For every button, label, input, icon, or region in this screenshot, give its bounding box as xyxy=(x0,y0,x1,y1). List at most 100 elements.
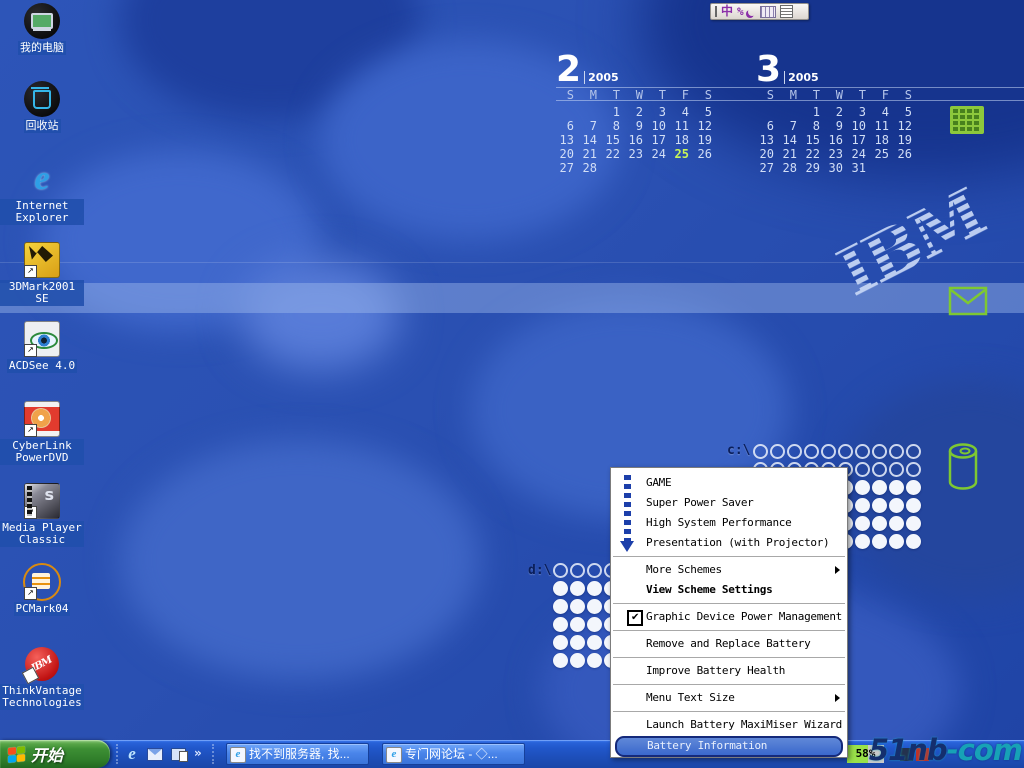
free-block-dot xyxy=(838,444,853,459)
used-block-dot xyxy=(855,498,870,513)
powerdvd-icon[interactable]: ↗ xyxy=(23,400,61,438)
quicklaunch-overflow-chevron[interactable]: » xyxy=(194,746,202,760)
free-block-dot xyxy=(787,444,802,459)
thinkvantage-icon[interactable]: IBM↗ xyxy=(23,645,61,683)
menu-item-battery-information[interactable]: Battery Information xyxy=(615,736,843,757)
submenu-arrow-icon xyxy=(835,694,840,702)
taskbar-separator xyxy=(116,744,118,764)
menu-item-launch-battery-maximiser-wizard[interactable]: Launch Battery MaxiMiser Wizard xyxy=(611,715,847,735)
menu-item-high-system-performance[interactable]: High System Performance xyxy=(611,513,847,533)
ime-menu-icon[interactable] xyxy=(780,5,793,18)
weekday-label: S xyxy=(756,89,779,102)
menu-item-view-scheme-settings[interactable]: View Scheme Settings xyxy=(611,580,847,600)
ime-mode-button[interactable]: 中 xyxy=(721,4,733,19)
used-block-dot xyxy=(855,516,870,531)
menu-item-graphic-device-power-management[interactable]: ✔Graphic Device Power Management xyxy=(611,607,847,627)
menu-item-super-power-saver[interactable]: Super Power Saver xyxy=(611,493,847,513)
recycle-bin-icon[interactable] xyxy=(23,80,61,118)
task-button-forum[interactable]: e 专门网论坛 - ◇... xyxy=(382,743,525,765)
ime-width-toggle-icon[interactable]: % xyxy=(737,5,744,18)
month-number: 2 xyxy=(556,54,581,86)
calendar-day-empty xyxy=(648,161,671,175)
ime-punctuation-icon[interactable] xyxy=(748,8,756,16)
used-block-dot xyxy=(570,653,585,668)
start-button[interactable]: 开始 xyxy=(0,740,110,768)
3dmark2001-icon[interactable]: ↗ xyxy=(23,241,61,279)
used-block-dot xyxy=(570,599,585,614)
menu-item-label: Launch Battery MaxiMiser Wizard xyxy=(646,718,842,731)
used-block-dot xyxy=(553,599,568,614)
desktop-icon-media-player-classic[interactable]: ↗ Media Player Classic xyxy=(0,482,84,547)
calendar-day: 1 xyxy=(802,105,825,119)
quicklaunch-internet-explorer-icon[interactable]: e xyxy=(122,744,142,764)
desktop-icon-thinkvantage[interactable]: IBM↗ ThinkVantage Technologies xyxy=(0,645,84,710)
calendar-day-empty xyxy=(779,105,802,119)
used-block-dot xyxy=(587,635,602,650)
ime-keyboard-icon[interactable] xyxy=(760,6,776,18)
desktop-icon-pcmark04[interactable]: ↗ PCMark04 xyxy=(0,563,84,616)
my-computer-icon[interactable] xyxy=(23,2,61,40)
menu-item-more-schemes[interactable]: More Schemes xyxy=(611,560,847,580)
icon-label: PCMark04 xyxy=(14,602,71,616)
calendar-day: 5 xyxy=(894,105,917,119)
calendar-day: 13 xyxy=(756,133,779,147)
desktop: 我的电脑 回收站 e Internet Explorer ↗ 3DMark200… xyxy=(0,0,1024,768)
calendar-day: 10 xyxy=(648,119,671,133)
desktop-icon-my-computer[interactable]: 我的电脑 xyxy=(0,2,84,55)
icon-label: 我的电脑 xyxy=(18,41,66,55)
weekday-label: T xyxy=(802,89,825,102)
desktop-icon-acdsee[interactable]: ↗ ACDSee 4.0 xyxy=(0,320,84,373)
icon-label: Internet Explorer xyxy=(0,199,84,225)
calendar-day: 3 xyxy=(648,105,671,119)
calendar-day: 12 xyxy=(894,119,917,133)
pcmark04-icon[interactable]: ↗ xyxy=(23,563,61,601)
menu-item-presentation-with-projector[interactable]: Presentation (with Projector) xyxy=(611,533,847,553)
acdsee-icon[interactable]: ↗ xyxy=(23,320,61,358)
ime-language-bar[interactable]: 中 % xyxy=(710,3,809,20)
used-block-dot xyxy=(872,480,887,495)
ime-caret-icon xyxy=(715,6,717,17)
weekday-label: M xyxy=(779,89,802,102)
quicklaunch-show-desktop-icon[interactable] xyxy=(168,744,188,764)
menu-item-label: Presentation (with Projector) xyxy=(646,536,829,549)
calendar-day: 18 xyxy=(871,133,894,147)
desktop-icon-internet-explorer[interactable]: e Internet Explorer xyxy=(0,160,84,225)
calendar-day: 26 xyxy=(694,147,717,161)
bg-shape xyxy=(120,440,480,680)
menu-item-label: View Scheme Settings xyxy=(646,583,772,596)
menu-item-label: Battery Information xyxy=(647,739,767,752)
free-block-dot xyxy=(770,444,785,459)
desktop-icon-3dmark2001[interactable]: ↗ 3DMark2001 SE xyxy=(0,241,84,306)
checkbox-checked-icon[interactable]: ✔ xyxy=(627,610,643,626)
task-button-server-not-found[interactable]: e 找不到服务器, 找... xyxy=(226,743,369,765)
free-block-dot xyxy=(872,444,887,459)
free-block-dot xyxy=(570,563,585,578)
calendar-day-empty xyxy=(579,105,602,119)
calendar-day: 24 xyxy=(648,147,671,161)
quicklaunch-outlook-express-icon[interactable] xyxy=(145,744,165,764)
calendar-day: 19 xyxy=(894,133,917,147)
internet-explorer-icon[interactable]: e xyxy=(23,160,61,198)
media-player-classic-icon[interactable]: ↗ xyxy=(23,482,61,520)
weekday-label: M xyxy=(579,89,602,102)
desktop-icon-recycle-bin[interactable]: 回收站 xyxy=(0,80,84,133)
calendar-day: 6 xyxy=(756,119,779,133)
menu-item-menu-text-size[interactable]: Menu Text Size xyxy=(611,688,847,708)
calendar-day: 26 xyxy=(894,147,917,161)
desktop-icon-powerdvd[interactable]: ↗ CyberLink PowerDVD xyxy=(0,400,84,465)
calendar-day: 9 xyxy=(825,119,848,133)
calendar-day: 14 xyxy=(579,133,602,147)
calendar-month-february: 2 2005 SMTWTFS 1234567891011121314151617… xyxy=(556,54,726,175)
day-grid: 1234567891011121314151617181920212223242… xyxy=(556,105,726,175)
menu-item-game[interactable]: GAME xyxy=(611,473,847,493)
free-block-dot xyxy=(553,563,568,578)
used-block-dot xyxy=(587,581,602,596)
calendar-day: 23 xyxy=(825,147,848,161)
calendar-day: 16 xyxy=(625,133,648,147)
menu-item-improve-battery-health[interactable]: Improve Battery Health xyxy=(611,661,847,681)
calendar-day: 18 xyxy=(671,133,694,147)
weekday-label: F xyxy=(871,89,894,102)
shortcut-arrow-icon: ↗ xyxy=(24,506,37,519)
menu-item-remove-and-replace-battery[interactable]: Remove and Replace Battery xyxy=(611,634,847,654)
used-block-dot xyxy=(587,599,602,614)
